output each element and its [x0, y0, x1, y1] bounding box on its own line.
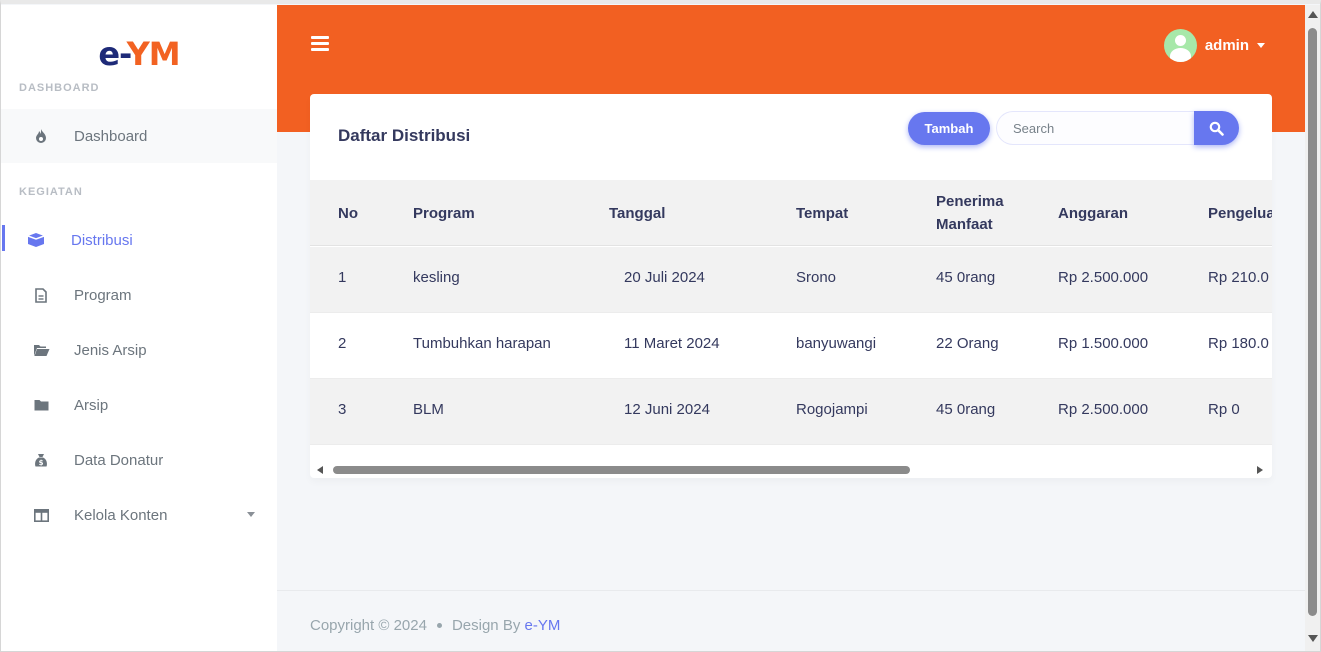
svg-text:$: $: [39, 459, 44, 467]
column-header: Tempat: [796, 205, 849, 222]
brand-part1: e-: [98, 35, 127, 73]
cell-anggaran: Rp 2.500.000: [1058, 269, 1149, 286]
cell-tempat: Srono: [796, 269, 837, 286]
footer-brand-link[interactable]: e-YM: [525, 617, 561, 634]
scroll-right-arrow-icon[interactable]: [1257, 466, 1263, 474]
sidebar-item-label: Distribusi: [71, 231, 133, 249]
cell-tanggal: 20 Juli 2024: [624, 269, 705, 286]
search-input[interactable]: Search: [996, 111, 1194, 145]
sidebar-item-label: Kelola Konten: [74, 506, 168, 524]
cell-anggaran: Rp 2.500.000: [1058, 401, 1149, 418]
money-bag-icon: $: [30, 449, 52, 471]
folder-icon: [30, 394, 52, 416]
design-by: Design By: [451, 617, 521, 634]
cell-program: Tumbuhkan harapan: [413, 335, 551, 352]
sidebar-item-kelola-konten[interactable]: Kelola Konten: [1, 488, 277, 542]
brand-logo[interactable]: e-YM: [1, 35, 277, 73]
cell-penerima: 45 0rang: [936, 401, 996, 418]
username: admin: [1204, 37, 1249, 54]
scroll-left-arrow-icon[interactable]: [317, 466, 323, 474]
table-row: 2 Tumbuhkan harapan 11 Maret 2024 banyuw…: [310, 313, 1272, 379]
sidebar-item-label: Dashboard: [74, 127, 148, 145]
sidebar-item-label: Program: [74, 286, 132, 304]
search-button[interactable]: [1194, 111, 1239, 145]
brand-part2: YM: [126, 35, 181, 73]
table-scrollbar-thumb[interactable]: [333, 466, 910, 474]
sidebar-item-dashboard[interactable]: Dashboard: [1, 109, 277, 163]
column-header: Manfaat: [936, 216, 993, 233]
cell-no: 3: [338, 401, 347, 418]
cell-tempat: Rogojampi: [796, 401, 868, 418]
sidebar-item-data-donatur[interactable]: $ Data Donatur: [1, 433, 277, 487]
footer: Copyright © 2024 Design By e-YM: [277, 590, 1305, 651]
copyright: Copyright © 2024: [310, 617, 427, 634]
menu-header-dashboard: DASHBOARD: [19, 82, 100, 94]
scroll-down-arrow-icon[interactable]: [1308, 635, 1318, 642]
cell-tanggal: 12 Juni 2024: [624, 401, 710, 418]
cell-tempat: banyuwangi: [796, 335, 877, 352]
add-button[interactable]: Tambah: [908, 112, 990, 145]
cell-tanggal: 11 Maret 2024: [624, 335, 720, 352]
sidebar-item-distribusi[interactable]: Distribusi: [1, 213, 277, 267]
caret-down-icon: [1257, 43, 1265, 48]
distribusi-card: Daftar Distribusi Tambah Search No Progr…: [310, 94, 1272, 478]
card-title: Daftar Distribusi: [338, 126, 471, 145]
active-indicator: [2, 225, 5, 251]
menu-toggle-icon[interactable]: [311, 36, 329, 51]
column-header: Pengelua: [1208, 205, 1272, 222]
file-icon: [30, 284, 52, 306]
fire-icon: [30, 125, 52, 147]
cell-pengeluaran: Rp 180.0: [1208, 335, 1269, 352]
cell-anggaran: Rp 1.500.000: [1058, 335, 1149, 352]
search-icon: [1209, 121, 1224, 136]
box-icon: [25, 229, 47, 251]
column-header: Penerima: [936, 193, 1004, 210]
sidebar-item-jenis-arsip[interactable]: Jenis Arsip: [1, 323, 277, 377]
column-header: Program: [413, 205, 475, 222]
folder-open-icon: [30, 339, 52, 361]
column-header: No: [338, 205, 358, 222]
sidebar-item-label: Data Donatur: [74, 451, 164, 469]
cell-program: kesling: [413, 269, 460, 286]
sidebar: e-YM DASHBOARD Dashboard KEGIATAN Distri…: [1, 5, 277, 651]
user-menu[interactable]: admin: [1163, 29, 1265, 62]
avatar: [1163, 29, 1197, 62]
cell-penerima: 45 0rang: [936, 269, 996, 286]
page-scrollbar-thumb[interactable]: [1308, 28, 1317, 616]
cell-no: 1: [338, 269, 347, 286]
chevron-down-icon: [247, 512, 255, 517]
table-header: No Program Tanggal Tempat Penerima Manfa…: [310, 180, 1272, 246]
table-row: 1 kesling 20 Juli 2024 Srono 45 0rang Rp…: [310, 247, 1272, 313]
page-scrollbar[interactable]: [1305, 5, 1320, 651]
cell-pengeluaran: Rp 210.0: [1208, 269, 1269, 286]
sidebar-item-label: Arsip: [74, 396, 109, 414]
scroll-up-arrow-icon[interactable]: [1308, 11, 1318, 18]
sidebar-item-label: Jenis Arsip: [74, 341, 147, 359]
cell-program: BLM: [413, 401, 444, 418]
cell-penerima: 22 Orang: [936, 335, 999, 352]
sidebar-item-program[interactable]: Program: [1, 268, 277, 322]
columns-icon: [30, 504, 52, 526]
menu-header-kegiatan: KEGIATAN: [19, 186, 83, 198]
footer-text: Copyright © 2024 Design By e-YM: [310, 617, 560, 634]
bullet-icon: [436, 623, 442, 628]
column-header: Tanggal: [609, 205, 666, 222]
table-row: 3 BLM 12 Juni 2024 Rogojampi 45 0rang Rp…: [310, 379, 1272, 445]
column-header: Anggaran: [1058, 205, 1129, 222]
sidebar-item-arsip[interactable]: Arsip: [1, 378, 277, 432]
cell-pengeluaran: Rp 0: [1208, 401, 1240, 418]
cell-no: 2: [338, 335, 347, 352]
